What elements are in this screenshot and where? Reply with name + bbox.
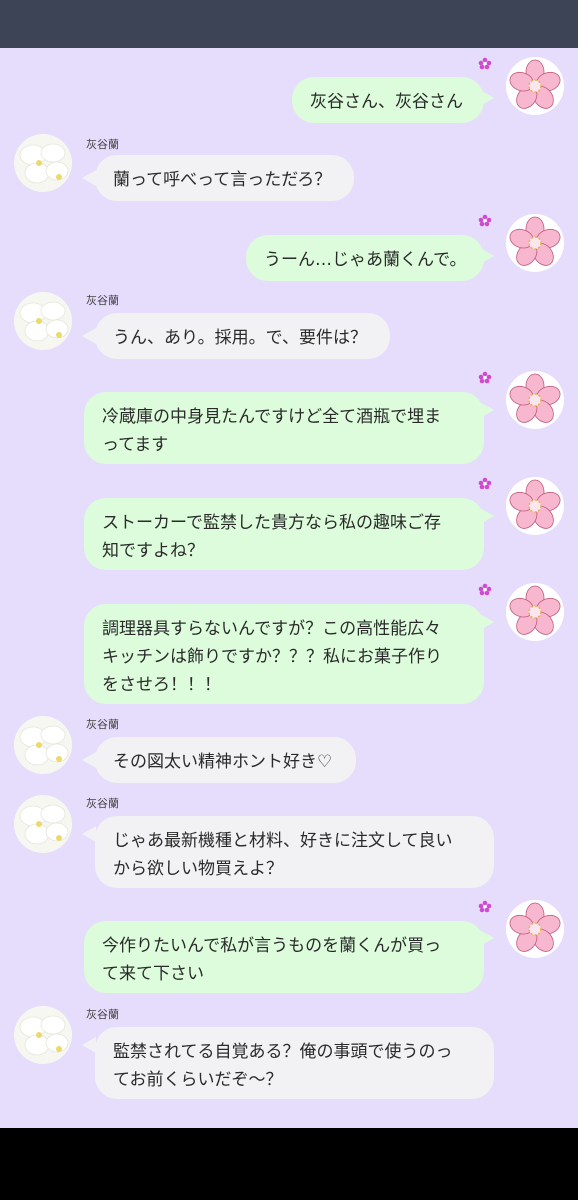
message-bubble[interactable]: 冷蔵庫の中身見たんですけど全て酒瓶で埋ま ってます bbox=[84, 392, 484, 464]
message-text-line: キッチンは飾りですか？？？私にお菓子作り bbox=[102, 647, 442, 667]
message-text-line: てお前くらいだぞ〜？ bbox=[113, 1070, 283, 1090]
navigation-bar bbox=[0, 1128, 578, 1200]
user-avatar-sakura-icon[interactable] bbox=[505, 582, 565, 642]
message-text-line: 蘭って呼べって言っただろ？ bbox=[113, 170, 332, 190]
contact-avatar-orchid-icon[interactable] bbox=[13, 794, 73, 854]
flower-decoration-icon bbox=[478, 57, 492, 70]
message-text-line: て来て下さい bbox=[102, 964, 204, 984]
message-bubble[interactable]: うん、あり。採用。で、要件は？ bbox=[95, 313, 390, 359]
message-text-line: 知ですよね？ bbox=[102, 541, 204, 561]
message-text-line: 今作りたいんで私が言うものを蘭くんが買っ bbox=[102, 936, 442, 956]
flower-decoration-icon bbox=[478, 477, 492, 490]
message-text-line: 冷蔵庫の中身見たんですけど全て酒瓶で埋ま bbox=[102, 407, 442, 427]
status-bar bbox=[0, 0, 578, 48]
user-avatar-sakura-icon[interactable] bbox=[505, 476, 565, 536]
message-bubble[interactable]: その図太い精神ホント好き♡ bbox=[95, 737, 356, 783]
message-text-line: うん、あり。採用。で、要件は？ bbox=[113, 328, 367, 348]
user-avatar-sakura-icon[interactable] bbox=[505, 370, 565, 430]
flower-decoration-icon bbox=[478, 214, 492, 227]
sender-name: 灰谷蘭 bbox=[86, 718, 119, 731]
message-text-line: うーん…じゃあ蘭くんで。 bbox=[264, 250, 467, 270]
message-bubble[interactable]: 蘭って呼べって言っただろ？ bbox=[95, 155, 354, 201]
message-bubble[interactable]: 今作りたいんで私が言うものを蘭くんが買っ て来て下さい bbox=[84, 921, 484, 993]
flower-decoration-icon bbox=[478, 583, 492, 596]
flower-decoration-icon bbox=[478, 900, 492, 913]
message-text-line: ってます bbox=[102, 435, 169, 455]
message-text-line: じゃあ最新機種と材料、好きに注文して良い bbox=[113, 831, 453, 851]
sender-name: 灰谷蘭 bbox=[86, 294, 119, 307]
flower-decoration-icon bbox=[478, 371, 492, 384]
sender-name: 灰谷蘭 bbox=[86, 1008, 119, 1021]
message-text-line: 灰谷さん、灰谷さん bbox=[310, 92, 463, 112]
sender-name: 灰谷蘭 bbox=[86, 138, 119, 151]
contact-avatar-orchid-icon[interactable] bbox=[13, 133, 73, 193]
message-bubble[interactable]: 監禁されてる自覚ある？俺の事頭で使うのっ てお前くらいだぞ〜？ bbox=[95, 1027, 494, 1099]
contact-avatar-orchid-icon[interactable] bbox=[13, 1005, 73, 1065]
message-text-line: から欲しい物買えよ？ bbox=[113, 859, 283, 879]
message-bubble[interactable]: ストーカーで監禁した貴方なら私の趣味ご存 知ですよね？ bbox=[84, 498, 484, 570]
message-text-line: ストーカーで監禁した貴方なら私の趣味ご存 bbox=[102, 513, 441, 533]
sender-name: 灰谷蘭 bbox=[86, 797, 119, 810]
message-text-line: 監禁されてる自覚ある？俺の事頭で使うのっ bbox=[113, 1042, 453, 1062]
contact-avatar-orchid-icon[interactable] bbox=[13, 291, 73, 351]
message-bubble[interactable]: じゃあ最新機種と材料、好きに注文して良い から欲しい物買えよ？ bbox=[95, 816, 494, 888]
user-avatar-sakura-icon[interactable] bbox=[505, 213, 565, 273]
message-bubble[interactable]: 調理器具すらないんですが？この高性能広々 キッチンは飾りですか？？？私にお菓子作… bbox=[84, 604, 484, 704]
message-bubble[interactable]: うーん…じゃあ蘭くんで。 bbox=[246, 235, 484, 281]
user-avatar-sakura-icon[interactable] bbox=[505, 899, 565, 959]
contact-avatar-orchid-icon[interactable] bbox=[13, 715, 73, 775]
message-text-line: をさせろ！！！ bbox=[102, 675, 221, 695]
message-text-line: 調理器具すらないんですが？この高性能広々 bbox=[102, 619, 442, 639]
user-avatar-sakura-icon[interactable] bbox=[505, 56, 565, 116]
message-bubble[interactable]: 灰谷さん、灰谷さん bbox=[292, 77, 484, 123]
message-text-line: その図太い精神ホント好き♡ bbox=[113, 752, 333, 772]
